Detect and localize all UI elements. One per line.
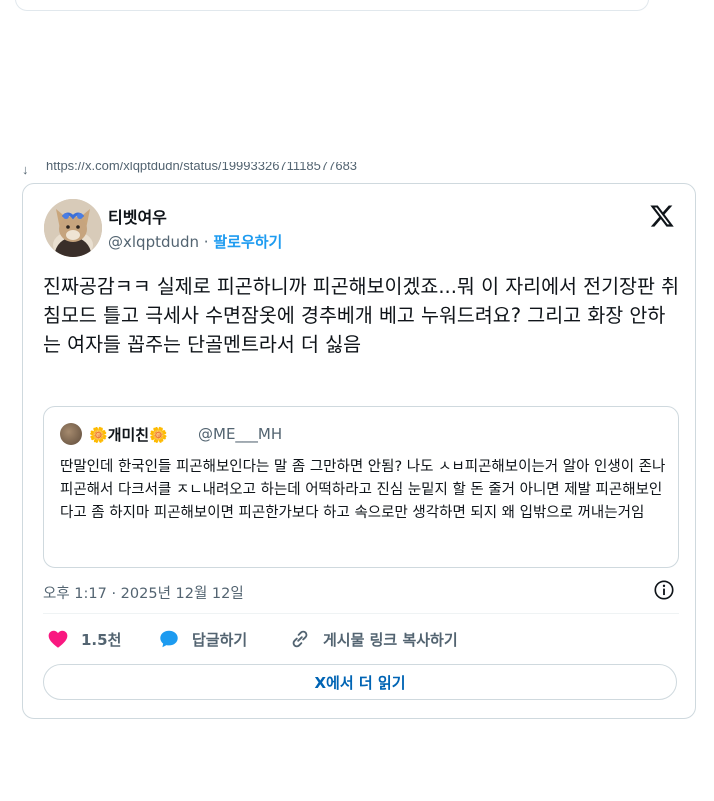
like-count: 1.5천: [81, 630, 122, 649]
tweet-timestamp[interactable]: 오후 1:17 · 2025년 12월 12일: [43, 582, 244, 603]
copy-link-label: 게시물 링크 복사하기: [323, 630, 458, 649]
like-button[interactable]: 1.5천: [47, 627, 121, 651]
flower-emoji-icon: 🌼: [89, 426, 108, 444]
previous-embed-card-bottom: [15, 0, 649, 11]
x-logo-icon[interactable]: [648, 203, 676, 229]
quoted-tweet[interactable]: 🌼개미친🌼 @ME___MH 딴말인데 한국인들 피곤해보인다는 말 좀 그만하…: [43, 406, 679, 568]
author-name[interactable]: 티벳여우: [108, 204, 167, 228]
quoted-author-name: 🌼개미친🌼: [89, 424, 168, 445]
quoted-author-avatar: [60, 423, 82, 445]
download-arrow-icon: ↓: [22, 162, 29, 177]
reply-button[interactable]: 답글하기: [158, 627, 247, 651]
author-avatar[interactable]: [44, 199, 102, 257]
speech-bubble-icon: [160, 630, 178, 648]
copy-link-button[interactable]: 게시물 링크 복사하기: [289, 627, 458, 651]
tweet-text: 진짜공감ㅋㅋ 실제로 피곤하니까 피곤해보이겠죠...뭐 이 자리에서 전기장판…: [43, 275, 680, 356]
reply-label: 답글하기: [192, 630, 248, 649]
quoted-author-handle: @ME___MH: [198, 425, 283, 443]
separator-dot: ·: [199, 233, 214, 251]
tweet-actions: 1.5천 답글하기 게시물 링크 복사하기: [43, 627, 679, 651]
quoted-tweet-text: 딴말인데 한국인들 피곤해보인다는 말 좀 그만하면 안됨? 나도 ㅅㅂ피곤해보…: [60, 459, 666, 521]
flower-emoji-icon: 🌼: [149, 426, 168, 444]
info-icon[interactable]: [653, 579, 675, 601]
source-url[interactable]: https://x.com/xlqptdudn/status/199933267…: [46, 162, 357, 173]
divider: [43, 613, 679, 614]
tweet-embed-card: 티벳여우 @xlqptdudn · 팔로우하기 진짜공감ㅋㅋ 실제로 피곤하니까…: [22, 183, 696, 719]
read-more-button[interactable]: X에서 더 읽기: [43, 664, 677, 700]
follow-button[interactable]: 팔로우하기: [213, 233, 282, 251]
author-handle[interactable]: @xlqptdudn: [108, 233, 199, 251]
link-icon: [292, 630, 308, 648]
author-handle-line: @xlqptdudn · 팔로우하기: [108, 231, 282, 252]
source-url-line: ↓ https://x.com/xlqptdudn/status/19993326…: [22, 162, 702, 180]
heart-icon: [48, 630, 68, 648]
quoted-author-name-text: 개미친: [107, 426, 150, 444]
